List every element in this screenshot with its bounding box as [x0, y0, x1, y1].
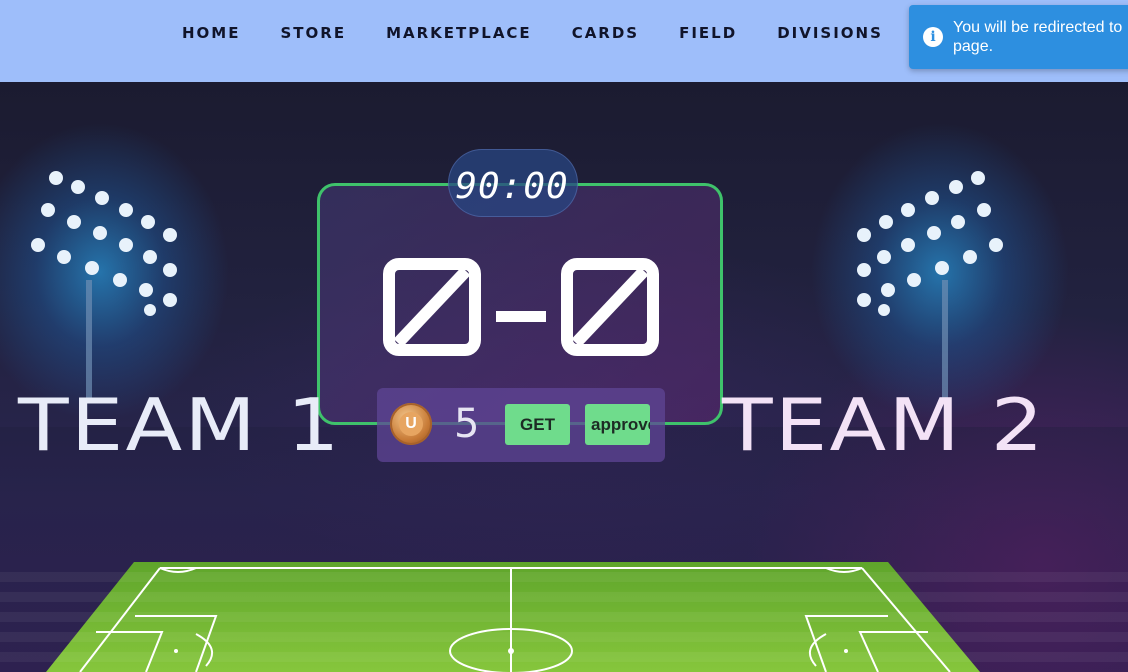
nav-cards[interactable]: CARDS — [572, 24, 639, 42]
floodlight-right-icon — [857, 171, 1003, 400]
approve-button[interactable]: approve — [585, 404, 650, 445]
coin-icon: U — [390, 403, 432, 445]
floodlight-left-icon — [31, 171, 177, 400]
get-button[interactable]: GET — [505, 404, 570, 445]
team-1-name: TEAM 1 — [18, 383, 342, 467]
nav-store[interactable]: STORE — [280, 24, 346, 42]
coin-balance: 5 — [454, 401, 480, 447]
team-2-name: TEAM 2 — [722, 383, 1046, 467]
nav-divisions[interactable]: DIVISIONS — [777, 24, 883, 42]
nav-marketplace[interactable]: MARKETPLACE — [386, 24, 532, 42]
info-icon: i — [923, 27, 943, 47]
toast-message: You will be redirected to page. — [953, 19, 1123, 55]
match-timer: 90:00 — [455, 166, 569, 207]
coin-letter: U — [399, 412, 423, 436]
nav-field[interactable]: FIELD — [679, 24, 737, 42]
match-score: 0-0 — [383, 258, 659, 356]
nav-links: HOME STORE MARKETPLACE CARDS FIELD DIVIS… — [182, 24, 883, 42]
nav-home[interactable]: HOME — [182, 24, 240, 42]
soccer-field — [0, 562, 1128, 672]
redirect-toast[interactable]: i You will be redirected to page. — [909, 5, 1128, 69]
